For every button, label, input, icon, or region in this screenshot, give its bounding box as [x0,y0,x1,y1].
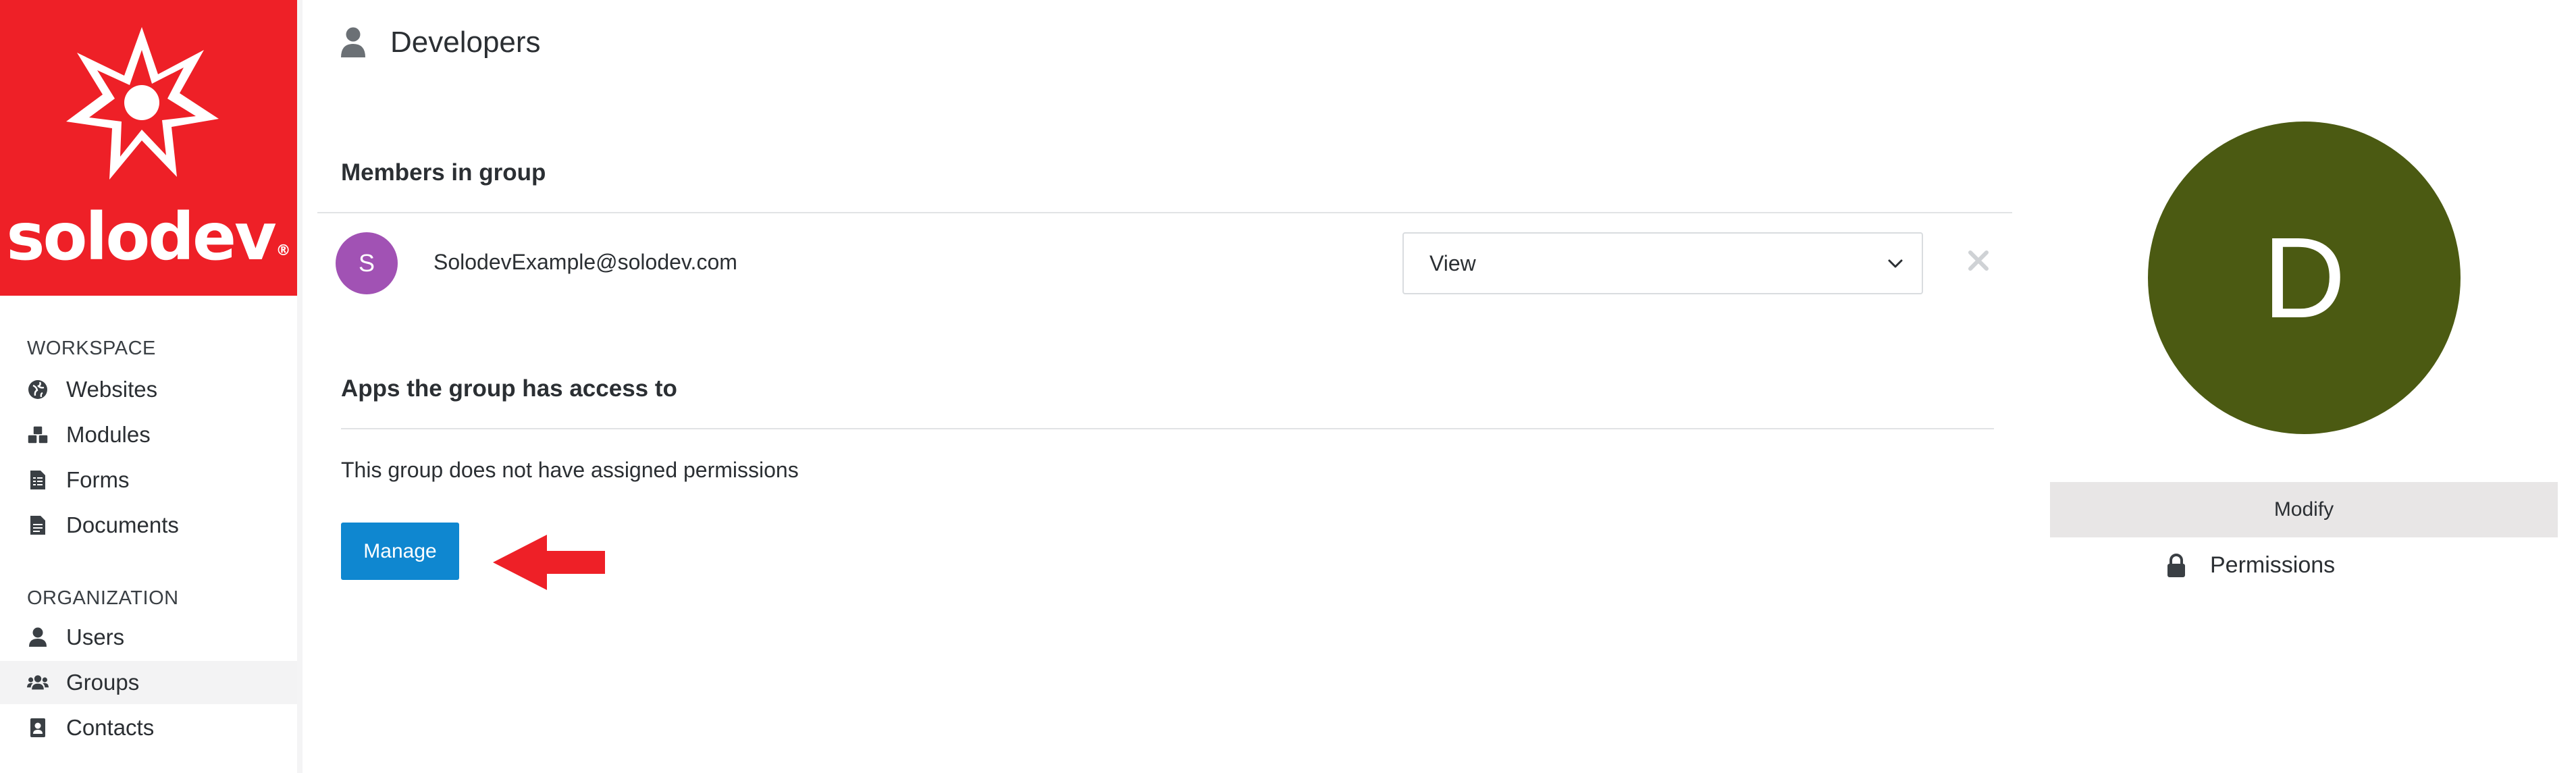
user-icon [27,627,49,648]
sidebar-item-documents[interactable]: Documents [0,504,297,547]
sidebar-item-label: Contacts [66,715,155,740]
form-icon [27,469,49,491]
sidebar-item-websites[interactable]: Websites [0,368,297,411]
divider [341,428,1994,429]
red-arrow-annotation [493,535,605,590]
sidebar-divider [297,0,303,773]
sidebar-item-label: Forms [66,467,130,492]
sidebar-item-forms[interactable]: Forms [0,458,297,502]
logo-star-icon [66,27,219,180]
sidebar-item-contacts[interactable]: Contacts [0,706,297,749]
apps-section-title: Apps the group has access to [341,375,677,402]
members-section-title: Members in group [341,159,546,186]
document-icon [27,514,49,536]
globe-icon [27,379,49,400]
logo-wordmark: solodev® [6,199,291,275]
sidebar-item-label: Users [66,624,125,649]
workspace-section-label: WORKSPACE [27,338,156,359]
divider [317,212,2012,213]
no-permissions-text: This group does not have assigned permis… [341,458,799,482]
member-email: SolodevExample@solodev.com [433,250,737,274]
sidebar-item-label: Websites [66,377,158,402]
sidebar-item-label: Groups [66,670,140,695]
modify-button[interactable]: Modify [2050,482,2558,537]
role-select-value: View [1429,250,1476,275]
sidebar-item-modules[interactable]: Modules [0,413,297,456]
contact-card-icon [27,717,49,739]
member-role-select[interactable]: View [1402,232,1923,294]
chevron-down-icon [1888,259,1903,268]
cubes-icon [27,424,49,446]
remove-member-icon[interactable] [1965,247,1992,274]
sidebar-item-label: Modules [66,422,151,447]
sidebar-item-label: Documents [66,512,179,537]
lock-icon [2167,553,2185,577]
users-icon [27,672,49,693]
member-avatar: S [336,232,398,294]
sidebar-item-groups[interactable]: Groups [0,661,297,704]
group-avatar: D [2148,122,2461,434]
solodev-logo[interactable]: solodev® [0,0,297,296]
organization-section-label: ORGANIZATION [27,587,179,609]
sidebar-item-users[interactable]: Users [0,616,297,659]
manage-button[interactable]: Manage [341,523,459,580]
page-title: Developers [390,26,541,59]
user-icon [341,27,365,57]
permissions-link[interactable]: Permissions [2165,552,2335,579]
sidebar: solodev® WORKSPACE Websites Modules Form… [0,0,297,773]
permissions-label: Permissions [2210,552,2336,578]
